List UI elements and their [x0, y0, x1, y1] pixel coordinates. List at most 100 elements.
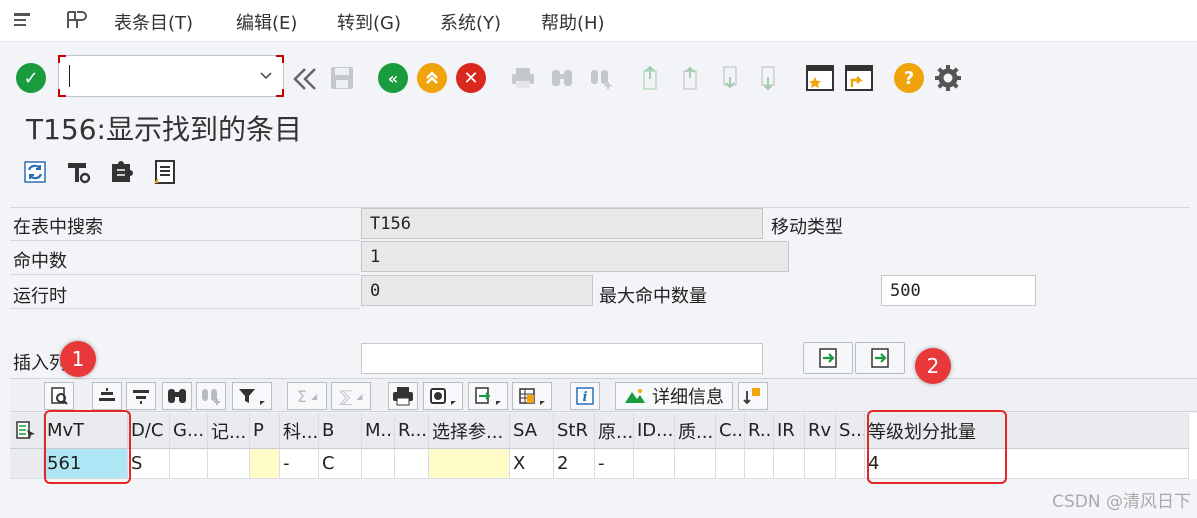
- filter-icon[interactable]: [232, 382, 272, 410]
- insert-column-label: 插入列: [13, 353, 67, 374]
- table-cell[interactable]: -: [280, 449, 319, 479]
- print-icon: [508, 63, 538, 93]
- table-cell[interactable]: 2: [554, 449, 595, 479]
- table-cell[interactable]: [675, 449, 716, 479]
- insert-column-field[interactable]: [361, 343, 763, 374]
- focus-corner-tl: [58, 55, 66, 63]
- separator: [10, 308, 360, 309]
- column-header[interactable]: R...: [745, 413, 774, 449]
- column-header[interactable]: 原...: [595, 413, 634, 449]
- column-header[interactable]: P: [250, 413, 280, 449]
- menu-bar: 表条目(T) 编辑(E) 转到(G) 系统(Y) 帮助(H): [0, 0, 1197, 42]
- focus-corner-tr: [276, 55, 284, 63]
- back-icon[interactable]: «: [378, 63, 408, 93]
- command-field[interactable]: [58, 55, 284, 97]
- collapse-left-icon[interactable]: [290, 64, 320, 94]
- table-cell[interactable]: [716, 449, 745, 479]
- table-cell[interactable]: [250, 449, 280, 479]
- max-hits-label: 最大命中数量: [599, 286, 707, 307]
- hits-label: 命中数: [13, 251, 67, 272]
- column-header[interactable]: 记...: [208, 413, 250, 449]
- find-next-icon: [196, 382, 226, 410]
- runtime-field: 0: [361, 275, 593, 306]
- print-icon[interactable]: [388, 382, 418, 410]
- subtotal-icon: ⅀ ◢: [331, 382, 371, 410]
- table-cell[interactable]: S: [128, 449, 170, 479]
- find-icon: [547, 63, 577, 93]
- info-icon[interactable]: i: [570, 382, 600, 410]
- menu-item-system[interactable]: 系统(Y): [440, 9, 501, 35]
- column-header[interactable]: B: [319, 413, 362, 449]
- menu-item-goto[interactable]: 转到(G): [337, 9, 401, 35]
- column-header[interactable]: Rv: [805, 413, 836, 449]
- create-session-icon[interactable]: [804, 62, 836, 94]
- menu-item-edit[interactable]: 编辑(E): [236, 9, 297, 35]
- table-cell[interactable]: C: [319, 449, 362, 479]
- column-header[interactable]: R...: [395, 413, 429, 449]
- table-cell[interactable]: -: [595, 449, 634, 479]
- focus-corner-bl: [58, 89, 66, 97]
- cancel-icon[interactable]: ✕: [456, 63, 486, 93]
- table-cell[interactable]: [805, 449, 836, 479]
- view-icon[interactable]: [423, 382, 463, 410]
- enter-check-icon[interactable]: ✓: [16, 63, 46, 93]
- mountain-chart-icon: [625, 389, 645, 403]
- select-all-corner[interactable]: [10, 413, 44, 449]
- menu-item-help[interactable]: 帮助(H): [541, 9, 605, 35]
- menu-item-table-entry[interactable]: 表条目(T): [114, 9, 193, 35]
- column-header[interactable]: C...: [716, 413, 745, 449]
- settings-tool-icon[interactable]: [63, 157, 93, 187]
- column-header[interactable]: SA: [510, 413, 554, 449]
- table-cell[interactable]: [170, 449, 208, 479]
- find-icon[interactable]: [162, 382, 192, 410]
- sort-ascending-icon[interactable]: [92, 382, 122, 410]
- separator: [10, 240, 360, 241]
- help-icon[interactable]: ?: [894, 63, 924, 93]
- insert-column-button[interactable]: [803, 342, 853, 374]
- column-header[interactable]: ID...: [634, 413, 675, 449]
- insert-column-after-button[interactable]: [855, 342, 905, 374]
- column-header[interactable]: 质...: [675, 413, 716, 449]
- column-header[interactable]: IR: [774, 413, 805, 449]
- table-cell[interactable]: [745, 449, 774, 479]
- layout-icon[interactable]: [64, 9, 88, 31]
- shortcut-icon[interactable]: [843, 62, 875, 94]
- svg-text:i: i: [583, 390, 588, 405]
- find-next-icon: [586, 63, 616, 93]
- detail-info-label: 详细信息: [652, 387, 724, 408]
- menu-icon[interactable]: [12, 10, 34, 30]
- table-cell[interactable]: [362, 449, 395, 479]
- search-table-label: 在表中搜索: [13, 217, 103, 238]
- select-all-icon: [16, 420, 35, 439]
- export-icon[interactable]: [468, 382, 508, 410]
- gear-icon[interactable]: [932, 62, 964, 94]
- table-cell[interactable]: [208, 449, 250, 479]
- layout-select-icon[interactable]: [512, 382, 552, 410]
- table-cell[interactable]: [774, 449, 805, 479]
- column-header[interactable]: G...: [170, 413, 208, 449]
- last-page-icon: [754, 63, 782, 93]
- refresh-icon[interactable]: [20, 157, 50, 187]
- table-cell[interactable]: X: [510, 449, 554, 479]
- column-header[interactable]: StR: [554, 413, 595, 449]
- column-header[interactable]: 选择参...: [429, 413, 510, 449]
- table-cell[interactable]: [429, 449, 510, 479]
- chevron-down-icon[interactable]: [259, 66, 273, 86]
- document-icon[interactable]: [150, 157, 180, 187]
- table-description-label: 移动类型: [771, 217, 843, 238]
- table-cell[interactable]: [395, 449, 429, 479]
- sort-order-icon[interactable]: [738, 382, 768, 410]
- row-selector[interactable]: [10, 449, 44, 479]
- table-cell[interactable]: [836, 449, 865, 479]
- detail-info-button[interactable]: 详细信息: [615, 382, 733, 410]
- column-header[interactable]: M...: [362, 413, 395, 449]
- column-header[interactable]: S...: [836, 413, 865, 449]
- puzzle-icon[interactable]: [106, 157, 136, 187]
- details-icon[interactable]: [44, 382, 74, 410]
- exit-icon[interactable]: [417, 63, 447, 93]
- column-header[interactable]: 科...: [280, 413, 319, 449]
- sort-descending-icon[interactable]: [126, 382, 156, 410]
- table-cell[interactable]: [634, 449, 675, 479]
- max-hits-field[interactable]: 500: [881, 275, 1036, 306]
- column-header[interactable]: D/C: [128, 413, 170, 449]
